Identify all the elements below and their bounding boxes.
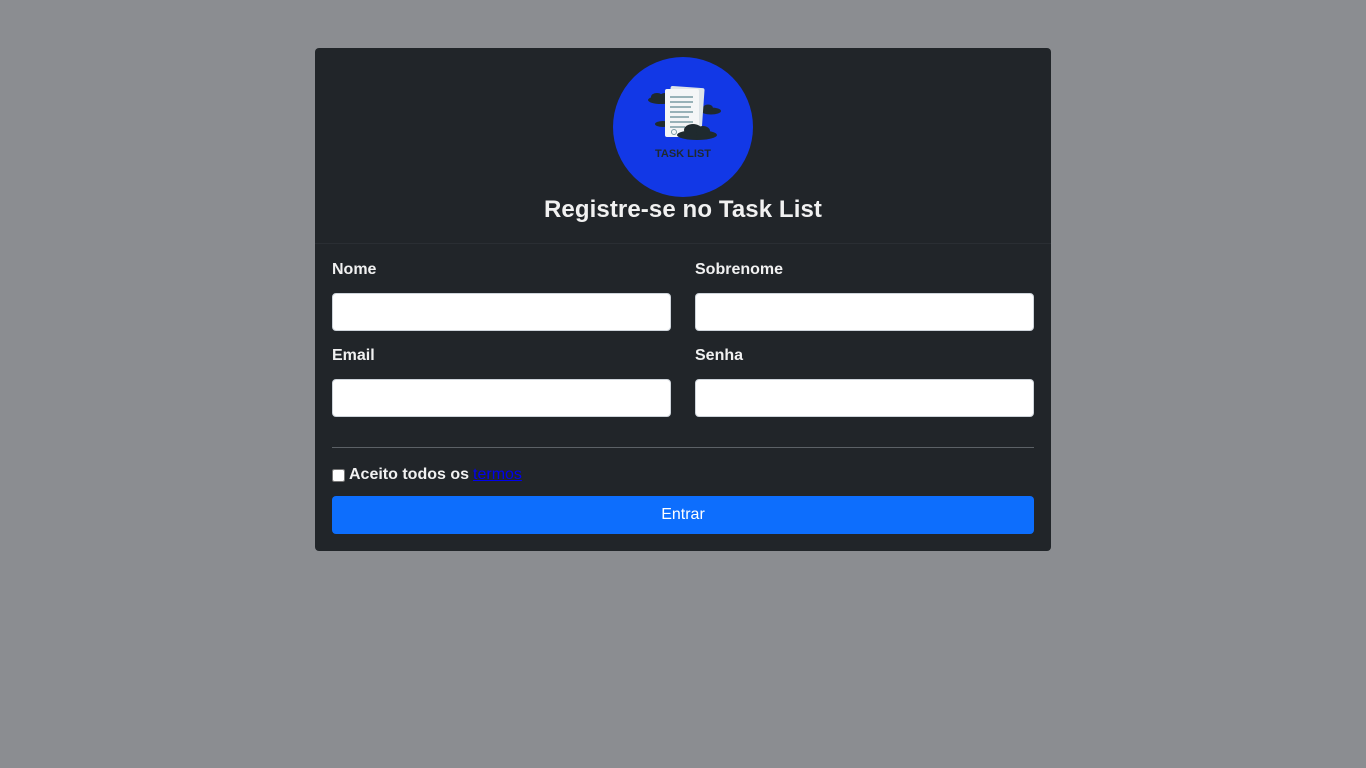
submit-button[interactable]: Entrar <box>332 496 1034 534</box>
password-group: Senha <box>695 344 1034 417</box>
first-name-group: Nome <box>332 258 671 331</box>
card-header: TASK LIST Registre-se no Task List <box>315 48 1051 244</box>
form-divider <box>332 447 1034 448</box>
first-name-input[interactable] <box>332 293 671 331</box>
register-form: Nome Sobrenome Email Senha Aceito todos … <box>315 244 1051 551</box>
last-name-group: Sobrenome <box>695 258 1034 331</box>
terms-row: Aceito todos os termos <box>332 464 522 486</box>
last-name-label: Sobrenome <box>695 261 784 278</box>
terms-checkbox[interactable] <box>332 468 345 482</box>
terms-link[interactable]: termos <box>473 466 522 484</box>
last-name-input[interactable] <box>695 293 1034 331</box>
first-name-label: Nome <box>332 261 377 278</box>
task-list-logo: TASK LIST <box>613 57 753 197</box>
terms-text: Aceito todos os <box>349 466 470 483</box>
page-title: Registre-se no Task List <box>543 196 823 223</box>
logo-text: TASK LIST <box>655 148 711 160</box>
email-label: Email <box>332 347 375 364</box>
email-input[interactable] <box>332 379 671 417</box>
password-label: Senha <box>695 347 744 364</box>
password-input[interactable] <box>695 379 1034 417</box>
register-card: TASK LIST Registre-se no Task List Nome … <box>315 48 1051 551</box>
email-group: Email <box>332 344 671 417</box>
